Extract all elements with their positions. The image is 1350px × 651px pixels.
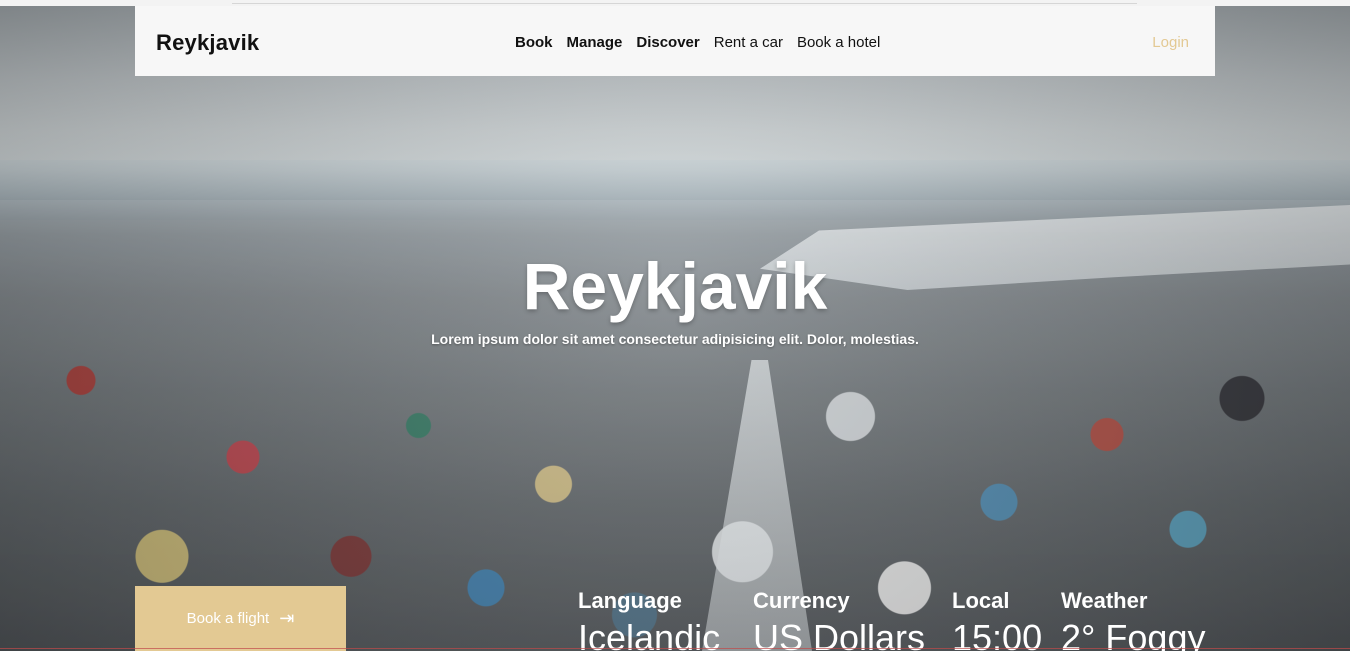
nav-link-rent-a-car[interactable]: Rent a car xyxy=(714,34,783,51)
nav-link-book[interactable]: Book xyxy=(515,34,553,51)
nav-link-discover[interactable]: Discover xyxy=(636,34,699,51)
image-vignette xyxy=(0,0,1350,651)
stat-language-label: Language xyxy=(578,588,682,613)
arrow-right-to-line-icon: ⇥ xyxy=(279,607,295,628)
main-nav: Book Manage Discover Rent a car Book a h… xyxy=(515,34,880,51)
login-link[interactable]: Login xyxy=(1152,34,1189,51)
stat-local-time-value: 15:00 xyxy=(952,617,1043,651)
book-a-flight-button[interactable]: Book a flight ⇥ xyxy=(135,586,346,651)
stat-weather-value: 2° Foggy xyxy=(1061,617,1206,651)
top-navbar: Reykjavik Book Manage Discover Rent a ca… xyxy=(135,6,1215,76)
stat-local-time-label: Local xyxy=(952,588,1010,613)
city-stats: Language Icelandic Currency US Dollars L… xyxy=(578,586,1278,651)
stat-currency-value: US Dollars xyxy=(753,617,926,651)
nav-link-book-a-hotel[interactable]: Book a hotel xyxy=(797,34,880,51)
stat-weather-label: Weather xyxy=(1061,588,1148,613)
stat-language-value: Icelandic xyxy=(578,617,721,651)
hero-title: Reykjavik xyxy=(522,249,828,323)
stat-currency-label: Currency xyxy=(753,588,850,613)
bottom-accent-line xyxy=(0,648,1350,649)
book-a-flight-label: Book a flight xyxy=(186,610,270,627)
top-strip-line xyxy=(232,3,1137,4)
hero-background-image xyxy=(0,0,1350,651)
hero-subtitle: Lorem ipsum dolor sit amet consectetur a… xyxy=(431,331,919,347)
nav-link-manage[interactable]: Manage xyxy=(567,34,623,51)
brand-logo[interactable]: Reykjavik xyxy=(156,30,259,56)
